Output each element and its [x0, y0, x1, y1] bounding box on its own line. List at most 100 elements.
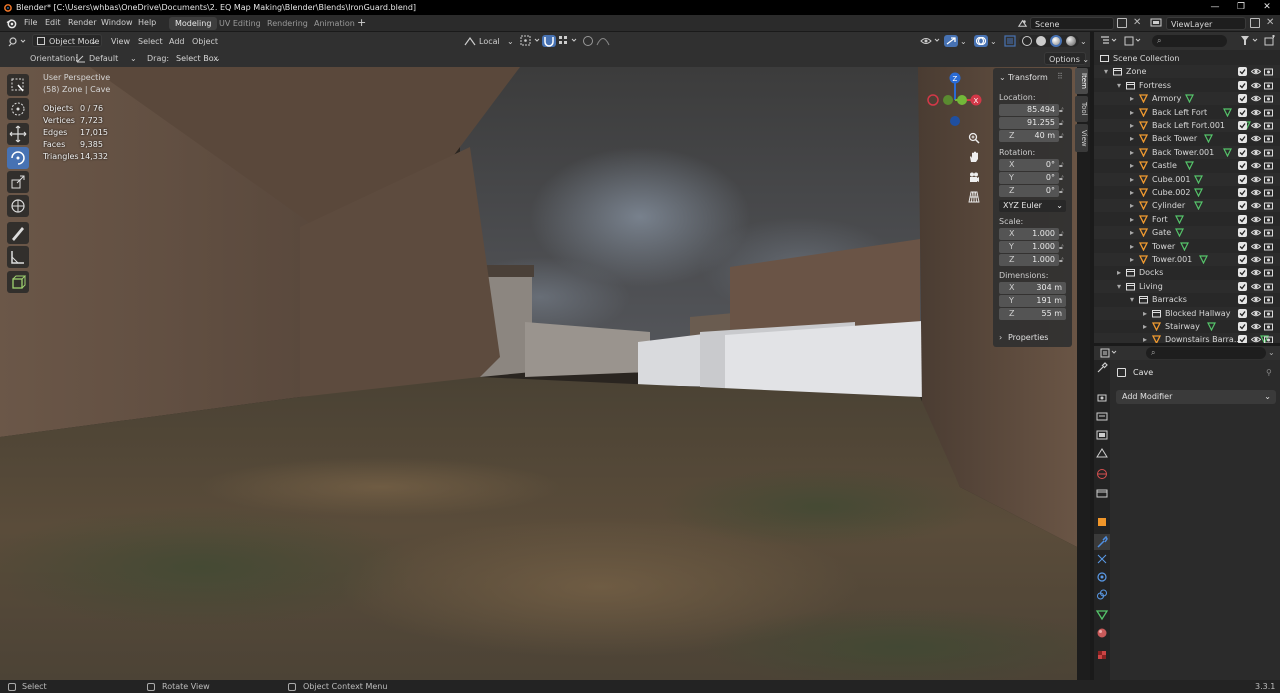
add-modifier-button[interactable]: Add Modifier ⌄ — [1116, 390, 1276, 404]
menu-select[interactable]: Select — [138, 37, 163, 46]
exclude-checkbox[interactable] — [1238, 282, 1247, 291]
mesh-data-icon[interactable] — [1199, 255, 1209, 264]
outliner-row[interactable]: ▸ Back Tower — [1094, 132, 1280, 145]
rotation-mode-selector[interactable]: XYZ Euler ⌄ — [999, 200, 1066, 212]
mesh-data-icon[interactable] — [1223, 148, 1233, 157]
render-camera-icon[interactable] — [1264, 188, 1273, 197]
render-camera-icon[interactable] — [1264, 148, 1273, 157]
visibility-eye-icon[interactable] — [1251, 282, 1261, 291]
pan-hand-icon[interactable] — [968, 151, 980, 163]
visibility-eye-icon[interactable] — [1251, 242, 1261, 251]
visibility-eye-icon[interactable] — [1251, 121, 1261, 130]
mesh-data-icon[interactable] — [1223, 108, 1233, 117]
scale-tool-icon[interactable] — [7, 171, 29, 193]
cursor-tool-icon[interactable] — [7, 98, 29, 120]
tab-item[interactable]: Item — [1075, 68, 1088, 94]
render-camera-icon[interactable] — [1264, 201, 1273, 210]
mesh-data-icon[interactable] — [1194, 188, 1204, 197]
outliner-row[interactable]: ▸ Cylinder — [1094, 199, 1280, 212]
dimension-z-field[interactable]: Z 55 m — [999, 308, 1066, 320]
dimension-x-field[interactable]: X 304 m — [999, 282, 1066, 294]
rotation-z-field[interactable]: Z 0° — [999, 185, 1059, 197]
add-cube-tool-icon[interactable] — [7, 271, 29, 293]
collapse-arrow-icon[interactable]: ▸ — [1143, 307, 1147, 320]
transform-space-selector[interactable]: Local — [479, 37, 500, 46]
outliner-search-input[interactable]: ⌕ — [1152, 35, 1227, 47]
exclude-checkbox[interactable] — [1238, 215, 1247, 224]
visibility-eye-icon[interactable] — [1251, 322, 1261, 331]
chevron-down-icon[interactable]: ⌄ — [1268, 348, 1275, 357]
outliner-row[interactable]: ▸ Fort — [1094, 213, 1280, 226]
chevron-down-icon[interactable]: ⌄ — [1080, 37, 1087, 46]
lock-icon[interactable]: 🔓︎ — [1059, 132, 1067, 140]
proportional-edit-icon[interactable] — [583, 36, 593, 46]
collapse-arrow-icon[interactable]: ▸ — [1130, 253, 1134, 266]
visibility-eye-icon[interactable] — [1251, 81, 1261, 90]
view-layer-icon[interactable] — [1150, 18, 1162, 28]
tab-view[interactable]: View — [1075, 124, 1088, 152]
menu-help[interactable]: Help — [138, 18, 156, 27]
visibility-eye-icon[interactable] — [1251, 228, 1261, 237]
mesh-data-icon[interactable] — [1175, 228, 1185, 237]
mode-selector[interactable]: Object Mode ⌄ — [32, 34, 102, 47]
outliner-row[interactable]: ▸ Cube.001 — [1094, 173, 1280, 186]
exclude-checkbox[interactable] — [1238, 81, 1247, 90]
mesh-data-icon[interactable] — [1207, 322, 1217, 331]
collapse-arrow-icon[interactable]: ▸ — [1130, 213, 1134, 226]
collapse-arrow-icon[interactable]: ▸ — [1130, 199, 1134, 212]
options-dropdown[interactable]: Options ⌄ — [1044, 52, 1089, 65]
render-camera-icon[interactable] — [1264, 121, 1273, 130]
render-camera-icon[interactable] — [1264, 309, 1273, 318]
scene-icon[interactable] — [1017, 18, 1029, 29]
scale-y-field[interactable]: Y 1.000 — [999, 241, 1059, 253]
render-camera-icon[interactable] — [1264, 134, 1273, 143]
exclude-checkbox[interactable] — [1238, 108, 1247, 117]
outliner-row[interactable]: ▸ Castle — [1094, 159, 1280, 172]
expand-arrow-icon[interactable]: ▾ — [1117, 280, 1121, 293]
collapse-arrow-icon[interactable]: ▸ — [1130, 106, 1134, 119]
new-collection-icon[interactable] — [1264, 35, 1276, 46]
outliner-row[interactable]: ▸ Tower.001 — [1094, 253, 1280, 266]
lock-icon[interactable]: 🔓︎ — [1059, 174, 1067, 182]
minimize-icon[interactable]: — — [1202, 0, 1228, 15]
outliner-row[interactable]: ▸ Cube.002 — [1094, 186, 1280, 199]
menu-add[interactable]: Add — [169, 37, 185, 46]
pivot-point-icon[interactable] — [520, 35, 544, 47]
outliner-row[interactable]: ▸ Back Left Fort — [1094, 106, 1280, 119]
editor-type-icon[interactable] — [8, 36, 28, 47]
workspace-tab-uv-editing[interactable]: UV Editing — [213, 17, 267, 30]
outliner-row[interactable]: ▸ Back Left Fort.001 — [1094, 119, 1280, 132]
collapse-arrow-icon[interactable]: ▸ — [1130, 119, 1134, 132]
outliner-row[interactable]: ▸ Docks — [1094, 266, 1280, 279]
render-camera-icon[interactable] — [1264, 108, 1273, 117]
lock-icon[interactable]: 🔓︎ — [1059, 119, 1067, 127]
lock-icon[interactable]: 🔓︎ — [1059, 106, 1067, 114]
expand-arrow-icon[interactable]: ▾ — [1130, 293, 1134, 306]
lock-icon[interactable]: 🔓︎ — [1059, 230, 1067, 238]
visibility-eye-icon[interactable] — [1251, 175, 1261, 184]
render-camera-icon[interactable] — [1264, 81, 1273, 90]
collapse-arrow-icon[interactable]: ▸ — [1130, 226, 1134, 239]
rotate-tool-icon[interactable] — [7, 147, 29, 169]
render-camera-icon[interactable] — [1264, 255, 1273, 264]
annotate-tool-icon[interactable] — [7, 222, 29, 244]
visibility-eye-icon[interactable] — [1251, 108, 1261, 117]
gizmo-toggle-icon[interactable] — [944, 35, 958, 47]
chevron-down-icon[interactable]: ⌄ — [214, 54, 221, 63]
menu-window[interactable]: Window — [101, 18, 133, 27]
visibility-eye-icon[interactable] — [1251, 295, 1261, 304]
view-layer-selector[interactable]: ViewLayer — [1166, 17, 1246, 30]
render-camera-icon[interactable] — [1264, 295, 1273, 304]
menu-render[interactable]: Render — [68, 18, 96, 27]
solid-shading-icon[interactable] — [1036, 36, 1046, 46]
overlays-toggle-icon[interactable] — [974, 35, 988, 47]
mesh-data-icon[interactable] — [1204, 134, 1213, 143]
workspace-tab-modeling[interactable]: Modeling — [169, 17, 218, 30]
wireframe-shading-icon[interactable] — [1022, 36, 1032, 46]
collapse-arrow-icon[interactable]: ▸ — [1130, 92, 1134, 105]
outliner-row[interactable]: ▸ Blocked Hallway — [1094, 307, 1280, 320]
visibility-eye-icon[interactable] — [1251, 268, 1261, 277]
mesh-data-icon[interactable] — [1184, 161, 1194, 170]
properties-search-input[interactable]: ⌕ — [1146, 347, 1266, 359]
collapse-arrow-icon[interactable]: ▸ — [1130, 159, 1134, 172]
